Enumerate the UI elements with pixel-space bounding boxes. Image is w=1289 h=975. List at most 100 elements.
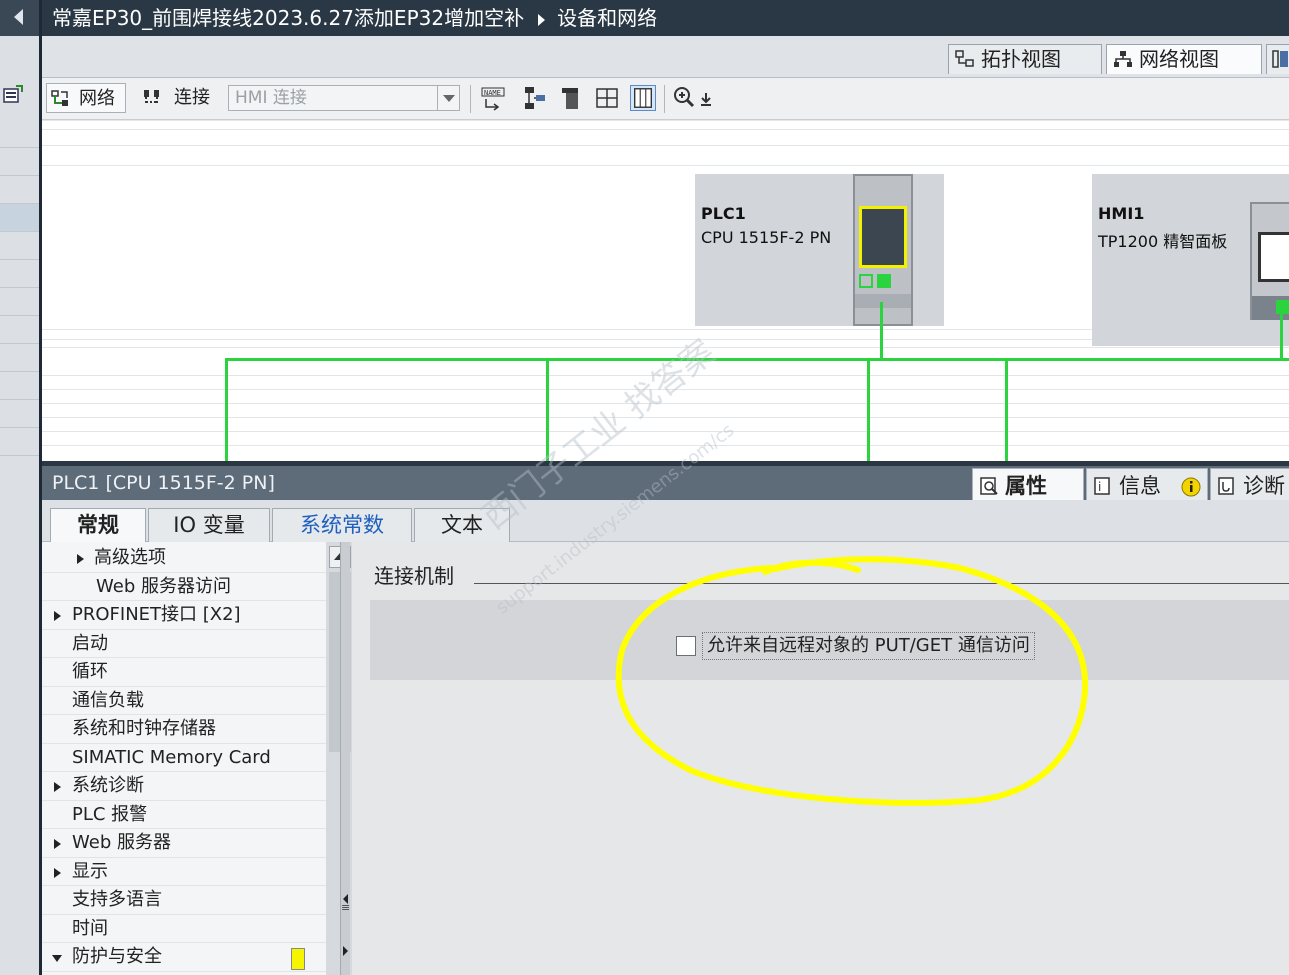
subtab-general[interactable]: 常规 — [50, 508, 146, 542]
nav-splitter[interactable]: ≡ — [340, 542, 350, 975]
tab-network-view[interactable]: 网络视图 — [1106, 44, 1262, 74]
network-overview-icon[interactable] — [522, 85, 548, 111]
device-name: PLC1 — [701, 204, 746, 223]
subtab-texts[interactable]: 文本 — [414, 508, 510, 542]
network-mode-button[interactable]: 网络 — [46, 83, 126, 113]
nav-item-system-diagnostics[interactable]: 系统诊断 — [42, 772, 326, 801]
view-tabs-bar: 拓扑视图 网络视图 — [42, 36, 1289, 78]
canvas-gridline — [42, 403, 1289, 404]
port-icon — [859, 274, 873, 288]
tab-properties-label: 属性 — [1005, 474, 1047, 498]
nav-item-comm-load[interactable]: 通信负载 — [42, 687, 326, 715]
collapse-left-button[interactable] — [0, 0, 39, 36]
nav-item-multilingual[interactable]: 支持多语言 — [42, 886, 326, 915]
nav-item-system-clock-memory[interactable]: 系统和时钟存储器 — [42, 715, 326, 744]
canvas-gridline — [42, 165, 1289, 166]
properties-icon — [980, 477, 998, 495]
bus-drop-line — [867, 358, 870, 461]
section-divider — [474, 583, 1289, 584]
nav-item-profinet-x2[interactable]: PROFINET接口 [X2] — [42, 601, 326, 630]
tab-diagnostics-label: 诊断 — [1243, 474, 1285, 498]
expand-arrow-icon[interactable] — [54, 839, 61, 849]
nav-item-cycle[interactable]: 循环 — [42, 658, 326, 687]
left-strip-row — [0, 148, 39, 176]
nav-item-startup[interactable]: 启动 — [42, 630, 326, 658]
left-strip-row — [0, 428, 39, 456]
expand-arrow-icon[interactable] — [54, 867, 61, 878]
cpu-display — [859, 206, 907, 268]
device-list-icon[interactable] — [2, 84, 24, 106]
canvas-gridline — [42, 375, 1289, 376]
nav-item-display[interactable]: 显示 — [42, 858, 326, 886]
tab-properties[interactable]: 属性 — [972, 468, 1084, 504]
left-strip-row — [0, 260, 39, 288]
connection-type-select[interactable]: HMI 连接 — [228, 85, 460, 111]
device-properties-icon[interactable] — [558, 85, 584, 111]
tab-diagnostics[interactable]: 诊断 — [1210, 468, 1289, 504]
hmi-screen — [1258, 232, 1289, 282]
zoom-dropdown-icon[interactable] — [698, 85, 714, 111]
nav-item-label: Web 服务器 — [72, 832, 171, 853]
network-mode-label: 网络 — [79, 88, 115, 109]
nav-item-label: 通信负载 — [72, 689, 144, 711]
nav-item-label: 系统诊断 — [72, 775, 144, 796]
expand-arrow-icon[interactable] — [77, 554, 84, 564]
subtab-system-constants[interactable]: 系统常数 — [272, 508, 412, 542]
left-panel-strip — [0, 0, 42, 975]
tab-topology-view[interactable]: 拓扑视图 — [948, 44, 1102, 74]
nav-item-label: 高级选项 — [94, 547, 166, 568]
nav-item-label: Web 服务器访问 — [96, 575, 231, 597]
nav-item-label: SIMATIC Memory Card — [72, 746, 271, 768]
nav-item-web-server[interactable]: Web 服务器 — [42, 829, 326, 858]
info-badge-icon — [1181, 477, 1201, 497]
nav-item-time[interactable]: 时间 — [42, 915, 326, 943]
tab-info-label: 信息 — [1119, 474, 1161, 498]
tab-info[interactable]: i 信息 — [1086, 468, 1208, 504]
expand-arrow-icon[interactable] — [54, 782, 61, 792]
putget-label[interactable]: 允许来自远程对象的 PUT/GET 通信访问 — [702, 632, 1035, 660]
property-content: 连接机制 允许来自远程对象的 PUT/GET 通信访问 — [352, 542, 1289, 975]
zoom-in-icon[interactable] — [672, 85, 698, 111]
expand-arrow-icon[interactable] — [54, 611, 61, 621]
nav-item-plc-alarms[interactable]: PLC 报警 — [42, 801, 326, 829]
left-strip-row — [0, 372, 39, 400]
hmi-panel — [1250, 202, 1289, 320]
toolbar-separator — [470, 85, 471, 113]
chevron-left-icon — [14, 9, 23, 25]
bus-drop-line — [1005, 358, 1008, 461]
property-nav-tree: 高级选项 Web 服务器访问 PROFINET接口 [X2] 启动 循环 通信负… — [42, 542, 354, 975]
profinet-bus-line[interactable] — [225, 358, 1289, 361]
bus-drop-line — [546, 358, 549, 461]
nav-item-label: 支持多语言 — [72, 889, 162, 910]
hmi1-device[interactable]: HMI1 TP1200 精智面板 — [1092, 174, 1289, 346]
expand-right-icon[interactable] — [343, 946, 348, 956]
connection-icon — [144, 90, 159, 105]
left-strip-row — [0, 400, 39, 428]
device-model: TP1200 精智面板 — [1098, 232, 1228, 251]
subtab-io-tags[interactable]: IO 变量 — [148, 508, 270, 542]
connection-mode-button[interactable]: 连接 — [138, 83, 218, 113]
svg-text:NAME: NAME — [484, 89, 501, 97]
nav-item-label: 时间 — [72, 917, 108, 939]
table-view-icon[interactable] — [630, 85, 656, 111]
collapse-arrow-icon[interactable] — [52, 955, 62, 962]
device-model: CPU 1515F-2 PN — [701, 228, 832, 247]
nav-item-protection-security[interactable]: 防护与安全 — [42, 943, 326, 972]
putget-checkbox[interactable] — [676, 636, 696, 656]
chevron-down-icon[interactable] — [437, 86, 459, 110]
plc-module — [853, 174, 913, 326]
left-strip-row — [0, 204, 39, 232]
nav-item-advanced-options[interactable]: 高级选项 — [42, 544, 326, 573]
network-icon — [1114, 51, 1132, 67]
canvas-gridline — [42, 145, 1289, 146]
plc1-device[interactable]: PLC1 CPU 1515F-2 PN — [695, 174, 944, 326]
assign-name-icon[interactable]: NAME — [480, 85, 506, 111]
left-strip-row — [0, 176, 39, 204]
nav-item-web-server-access[interactable]: Web 服务器访问 — [42, 573, 326, 601]
tab-device-view[interactable] — [1266, 44, 1289, 74]
grid-icon[interactable] — [594, 85, 620, 111]
network-canvas[interactable]: PLC1 CPU 1515F-2 PN HMI1 TP1200 精智面板 — [42, 121, 1289, 461]
nav-item-memory-card[interactable]: SIMATIC Memory Card — [42, 744, 326, 772]
connection-mechanism-panel: 允许来自远程对象的 PUT/GET 通信访问 — [370, 600, 1289, 680]
canvas-gridline — [42, 431, 1289, 432]
